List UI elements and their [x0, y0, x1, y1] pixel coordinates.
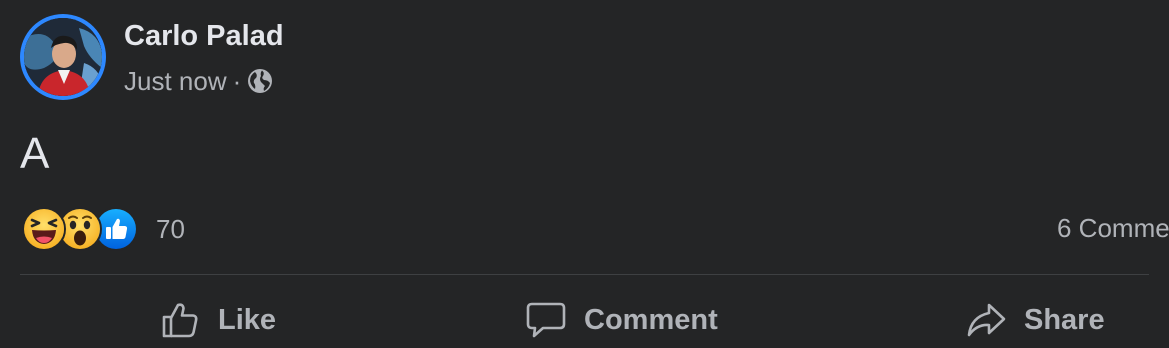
avatar-image: [24, 18, 102, 96]
comment-label: Comment: [584, 303, 718, 336]
share-button[interactable]: Share: [966, 292, 1105, 348]
meta-separator: ·: [232, 65, 242, 96]
comment-button[interactable]: Comment: [526, 292, 718, 348]
share-arrow-icon: [966, 300, 1006, 340]
like-button[interactable]: Like: [160, 292, 276, 348]
avatar[interactable]: [20, 14, 106, 100]
haha-icon: [22, 207, 66, 251]
post-meta: Just now ·: [124, 64, 273, 98]
share-label: Share: [1024, 303, 1105, 336]
globe-icon[interactable]: [247, 68, 273, 94]
thumbs-up-icon: [160, 300, 200, 340]
like-label: Like: [218, 303, 277, 336]
reaction-count: 70: [156, 213, 185, 244]
post-text: A: [20, 129, 50, 178]
post-timestamp[interactable]: Just now: [124, 66, 227, 97]
comment-bubble-icon: [526, 300, 566, 340]
action-divider: [20, 274, 1149, 275]
author-name[interactable]: Carlo Palad: [124, 20, 284, 53]
comments-count[interactable]: 6 Comments: [1057, 213, 1169, 244]
reactions-summary[interactable]: 70: [22, 207, 185, 251]
post-card: Carlo Palad Just now · A 70 6 Comme Like…: [0, 0, 1169, 348]
